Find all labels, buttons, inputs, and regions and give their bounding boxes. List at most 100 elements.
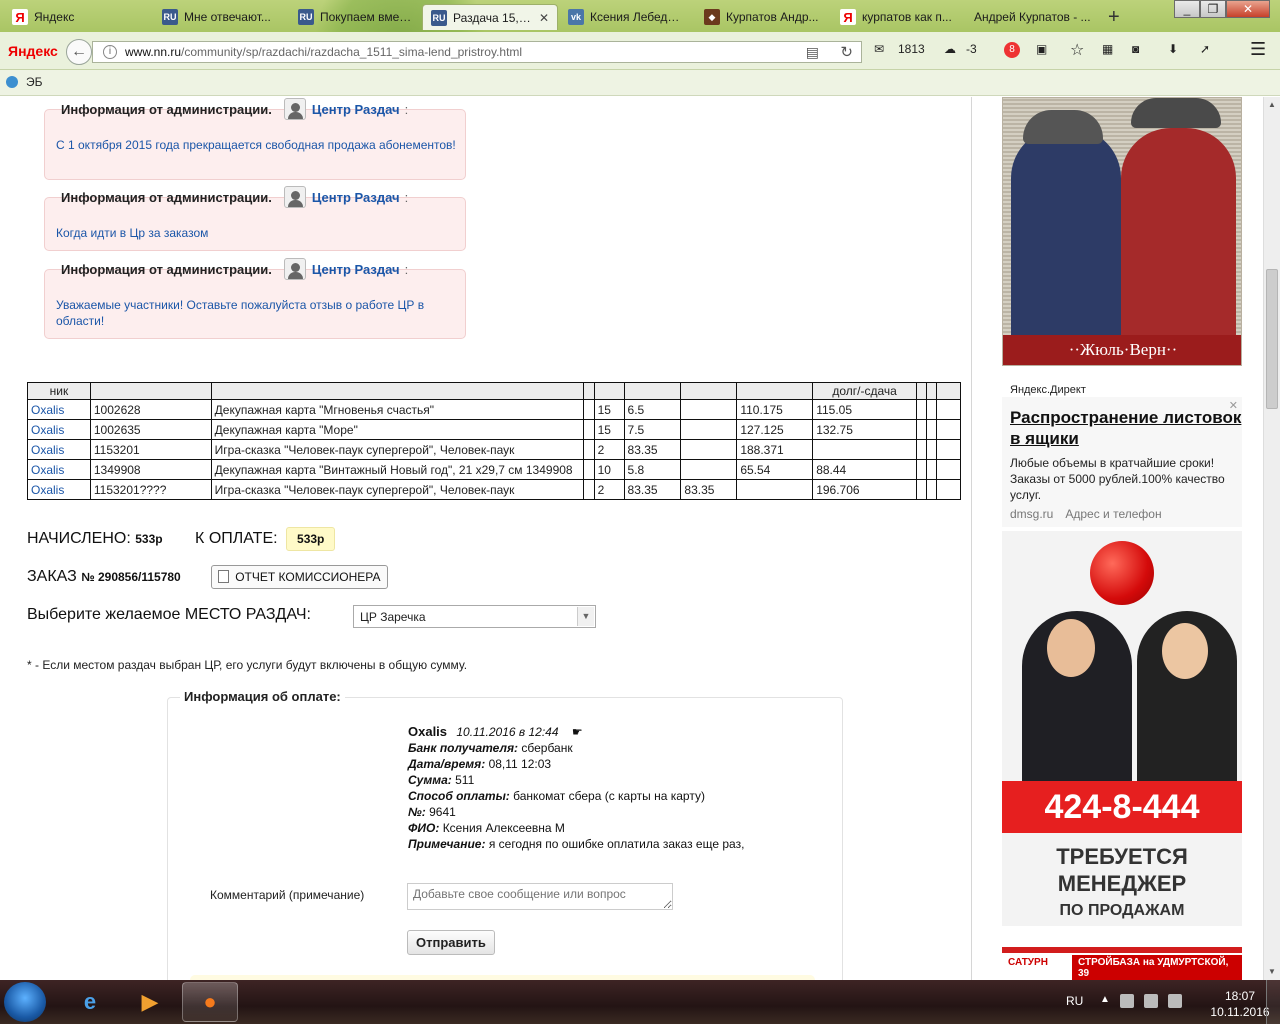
clock-time: 18:07 <box>1224 989 1256 1003</box>
weather-temp[interactable]: -3 <box>966 42 977 56</box>
network-icon[interactable] <box>1144 994 1158 1008</box>
media-player-icon[interactable]: ▶ <box>122 982 178 1022</box>
show-hidden-icons[interactable]: ▲ <box>1100 994 1110 1005</box>
tab-group-buy[interactable]: RU Покупаем вмес... <box>290 4 420 30</box>
mail-count[interactable]: 1813 <box>898 42 925 56</box>
nick-link-cell[interactable]: Oxalis <box>27 479 91 500</box>
vertical-scrollbar[interactable]: ▲ ▼ <box>1263 97 1280 980</box>
firefox-icon[interactable]: ● <box>182 982 238 1022</box>
weather-icon[interactable]: ☁ <box>944 42 956 56</box>
show-desktop-button[interactable] <box>1266 980 1280 1024</box>
commission-report-button[interactable]: ОТЧЕТ КОМИССИОНЕРА <box>211 565 388 589</box>
table-cell <box>812 439 918 460</box>
chevron-down-icon[interactable]: ▼ <box>577 607 594 626</box>
extension-icon[interactable]: ▣ <box>1036 42 1047 56</box>
tab-label: Мне отвечают... <box>184 10 271 24</box>
yandex-direct-label[interactable]: Яндекс.Директ <box>1010 384 1086 396</box>
column-header[interactable]: долг/-сдача <box>812 382 918 400</box>
nick-link[interactable]: Oxalis <box>31 423 64 437</box>
scroll-thumb[interactable] <box>1266 269 1278 409</box>
saturn-ad[interactable]: САТУРН СТРОЙБАЗА на УДМУРТСКОЙ, 39 <box>1002 947 1242 980</box>
notice-text[interactable]: С 1 октября 2015 года прекращается свобо… <box>56 137 456 153</box>
notice-author[interactable]: Центр Раздач <box>312 102 400 117</box>
direct-ad-title[interactable]: Распространение листовок в ящики <box>1010 407 1242 449</box>
tab-andrey[interactable]: Андрей Курпатов - ... <box>966 4 1100 30</box>
job-ad[interactable]: 424-8-444 ТРЕБУЕТСЯ МЕНЕДЖЕР ПО ПРОДАЖАМ <box>1002 531 1242 926</box>
nick-link[interactable]: Oxalis <box>31 483 64 497</box>
browser-window: Я Яндекс RU Мне отвечают... RU Покупаем вме… <box>0 0 1280 1024</box>
payment-field: Примечание: я сегодня по ошибке оплатила… <box>408 836 744 852</box>
language-indicator[interactable]: RU <box>1066 994 1083 1008</box>
share-icon[interactable]: ➚ <box>1200 42 1210 56</box>
scroll-down-icon[interactable]: ▼ <box>1264 964 1280 980</box>
scroll-up-icon[interactable]: ▲ <box>1264 97 1280 113</box>
download-icon[interactable]: ⬇ <box>1168 42 1178 56</box>
new-tab-button[interactable]: + <box>1108 6 1120 29</box>
action-center-icon[interactable] <box>1120 994 1134 1008</box>
reading-list-icon[interactable]: ▦ <box>1102 42 1113 56</box>
nick-link[interactable]: Oxalis <box>31 463 64 477</box>
maximize-button[interactable]: ❐ <box>1200 0 1226 18</box>
column-header[interactable]: ник <box>27 382 91 400</box>
pocket-icon[interactable]: ◙ <box>1132 42 1139 56</box>
reader-view-icon[interactable]: ▤ <box>806 44 819 61</box>
nick-link-cell[interactable]: Oxalis <box>27 459 91 480</box>
notice-heading: Информация от администрации. Центр Разда… <box>61 97 408 121</box>
red-ball-image <box>1090 541 1154 605</box>
notice-text[interactable]: Уважаемые участники! Оставьте пожалуйста… <box>56 297 456 329</box>
table-cell: 1349908 <box>89 459 212 480</box>
notification-badge[interactable]: 8 <box>1004 42 1020 58</box>
notice-author[interactable]: Центр Раздач <box>312 262 400 277</box>
start-button[interactable] <box>4 982 46 1022</box>
orders-table: ник долг/-сдача Oxalis 1002628 Декупажна… <box>27 382 961 500</box>
payment-field-label: ФИО: <box>408 821 440 835</box>
yandex-logo[interactable]: Яндекс <box>8 43 58 59</box>
back-button[interactable]: ← <box>66 39 92 65</box>
mail-icon[interactable]: ✉ <box>874 42 884 56</box>
clock[interactable]: 18:07 10.11.2016 <box>1210 988 1270 1020</box>
bookmark-eb[interactable]: ЭБ <box>6 75 43 89</box>
nick-link-cell[interactable]: Oxalis <box>27 419 91 440</box>
volume-icon[interactable] <box>1168 994 1182 1008</box>
place-select-value: ЦР Заречка <box>360 610 426 624</box>
nick-link-cell[interactable]: Oxalis <box>27 399 91 420</box>
book-ad[interactable]: ··Жюль·Верн·· <box>1002 97 1242 366</box>
tab-yandex[interactable]: Я Яндекс <box>4 4 154 30</box>
order-number: № 290856/115780 <box>81 570 181 585</box>
illustration-face <box>1162 623 1208 679</box>
nick-link[interactable]: Oxalis <box>31 443 64 457</box>
ru-site-icon: RU <box>431 9 447 26</box>
tab-vk[interactable]: vk Ксения Лебедева <box>560 4 694 30</box>
tab-replies[interactable]: RU Мне отвечают... <box>154 4 288 30</box>
notice-text[interactable]: Когда идти в Цр за заказом <box>56 225 456 241</box>
reload-icon[interactable]: ↻ <box>840 43 853 61</box>
bookmark-star-icon[interactable]: ☆ <box>1070 40 1084 60</box>
direct-ad[interactable]: ✕ Распространение листовок в ящики Любые… <box>1002 397 1242 527</box>
site-info-icon[interactable]: i <box>103 45 117 59</box>
table-cell: Игра-сказка "Человек-паук супергерой", Ч… <box>210 439 584 460</box>
close-tab-icon[interactable]: ✕ <box>539 11 549 25</box>
send-button[interactable]: Отправить <box>407 930 495 955</box>
tab-label: Андрей Курпатов - ... <box>974 10 1091 24</box>
notice-author[interactable]: Центр Раздач <box>312 190 400 205</box>
close-window-button[interactable]: ✕ <box>1226 0 1270 18</box>
url-text: www.nn.ru/community/sp/razdachi/razdacha… <box>125 45 522 59</box>
tab-search[interactable]: Якурпатов как п... <box>832 4 966 30</box>
internet-explorer-icon[interactable]: e <box>62 982 118 1022</box>
direct-ad-domain[interactable]: dmsg.ru <box>1010 507 1053 521</box>
address-bar[interactable]: i www.nn.ru/community/sp/razdachi/razdac… <box>92 41 862 63</box>
tab-razdacha[interactable]: RU Раздача 15,1... ✕ <box>422 4 558 30</box>
direct-ad-contact-link[interactable]: Адрес и телефон <box>1065 507 1161 521</box>
nick-link[interactable]: Oxalis <box>31 403 64 417</box>
minimize-button[interactable]: _ <box>1174 0 1200 18</box>
tab-kurpatov[interactable]: ◆ Курпатов Андр... <box>696 4 830 30</box>
post-header: Oxalis 10.11.2016 в 12:44 ☛ <box>408 724 744 740</box>
nick-link-cell[interactable]: Oxalis <box>27 439 91 460</box>
comment-input[interactable] <box>407 883 673 910</box>
job-ad-phone: 424-8-444 <box>1002 781 1242 833</box>
avatar-icon <box>283 186 306 208</box>
table-cell <box>926 419 937 440</box>
table-cell <box>926 459 937 480</box>
menu-icon[interactable]: ☰ <box>1250 39 1266 60</box>
place-select[interactable]: ЦР Заречка ▼ <box>353 605 596 628</box>
